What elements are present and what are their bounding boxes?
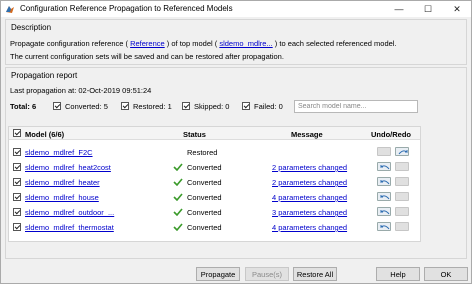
restored-filter-label: Restored: 1 bbox=[133, 102, 172, 111]
description-line1: Propagate configuration reference ( Refe… bbox=[10, 39, 397, 48]
undo-icon[interactable] bbox=[377, 192, 391, 201]
dialog-window: Configuration Reference Propagation to R… bbox=[0, 0, 472, 284]
top-model-link[interactable]: sldemo_mdlre... bbox=[219, 39, 272, 48]
undo-icon[interactable] bbox=[377, 177, 391, 186]
converted-check-icon bbox=[173, 208, 183, 216]
model-link[interactable]: sldemo_mdlref_thermostat bbox=[25, 223, 114, 232]
model-link[interactable]: sldemo_mdlref_house bbox=[25, 193, 99, 202]
help-button[interactable]: Help bbox=[376, 267, 420, 281]
models-table: Model (6/6) Status Message Undo/Redo sld… bbox=[8, 126, 421, 242]
undo-icon[interactable] bbox=[377, 162, 391, 171]
minimize-button[interactable]: — bbox=[385, 1, 413, 17]
description-line2: The current configuration sets will be s… bbox=[10, 52, 284, 61]
undo-icon[interactable] bbox=[377, 222, 391, 231]
status-text: Converted bbox=[187, 163, 222, 172]
status-text: Converted bbox=[187, 223, 222, 232]
table-row[interactable]: sldemo_mdlref_thermostat Converted 4 par… bbox=[9, 219, 420, 234]
status-text: Converted bbox=[187, 208, 222, 217]
message-link[interactable]: 4 parameters changed bbox=[272, 193, 347, 202]
model-column-header: Model (6/6) bbox=[25, 130, 65, 139]
failed-filter-label: Failed: 0 bbox=[254, 102, 283, 111]
converted-check-icon bbox=[173, 193, 183, 201]
failed-filter-checkbox[interactable] bbox=[242, 102, 250, 110]
description-line1-post: ) to each selected referenced model. bbox=[274, 39, 397, 48]
message-column-header: Message bbox=[291, 130, 323, 139]
pause-button: Pause(s) bbox=[245, 267, 289, 281]
redo-icon bbox=[395, 222, 409, 231]
redo-icon[interactable] bbox=[395, 147, 409, 156]
table-row[interactable]: sldemo_mdlref_heat2cost Converted 2 para… bbox=[9, 159, 420, 174]
report-title: Propagation report bbox=[11, 71, 78, 80]
model-link[interactable]: sldemo_mdlref_outdoor_... bbox=[25, 208, 114, 217]
model-link[interactable]: sldemo_mdlref_heat2cost bbox=[25, 163, 111, 172]
table-row[interactable]: sldemo_mdlref_outdoor_... Converted 3 pa… bbox=[9, 204, 420, 219]
description-group: Description Propagate configuration refe… bbox=[5, 19, 467, 65]
status-text: Converted bbox=[187, 193, 222, 202]
table-row[interactable]: sldemo_mdlref_F2C Restored bbox=[9, 144, 420, 159]
message-link[interactable]: 2 parameters changed bbox=[272, 178, 347, 187]
maximize-button[interactable]: ☐ bbox=[414, 1, 442, 17]
message-link[interactable]: 2 parameters changed bbox=[272, 163, 347, 172]
table-header: Model (6/6) Status Message Undo/Redo bbox=[9, 127, 420, 140]
converted-filter-checkbox[interactable] bbox=[53, 102, 61, 110]
undo-redo-column-header: Undo/Redo bbox=[371, 130, 411, 139]
redo-icon bbox=[395, 177, 409, 186]
model-link[interactable]: sldemo_mdlref_F2C bbox=[25, 148, 93, 157]
restore-all-button[interactable]: Restore All bbox=[293, 267, 337, 281]
row-checkbox[interactable] bbox=[13, 148, 21, 156]
status-column-header: Status bbox=[183, 130, 206, 139]
status-text: Converted bbox=[187, 178, 222, 187]
skipped-filter-label: Skipped: 0 bbox=[194, 102, 230, 111]
select-all-checkbox[interactable] bbox=[13, 129, 21, 137]
propagate-button[interactable]: Propagate bbox=[196, 267, 240, 281]
converted-check-icon bbox=[173, 163, 183, 171]
row-checkbox[interactable] bbox=[13, 163, 21, 171]
undo-icon[interactable] bbox=[377, 207, 391, 216]
table-row[interactable]: sldemo_mdlref_house Converted 4 paramete… bbox=[9, 189, 420, 204]
redo-icon bbox=[395, 162, 409, 171]
redo-icon bbox=[395, 192, 409, 201]
message-link[interactable]: 3 parameters changed bbox=[272, 208, 347, 217]
table-row[interactable]: sldemo_mdlref_heater Converted 2 paramet… bbox=[9, 174, 420, 189]
description-line1-pre: Propagate configuration reference ( bbox=[10, 39, 128, 48]
skipped-filter-checkbox[interactable] bbox=[182, 102, 190, 110]
reference-link[interactable]: Reference bbox=[130, 39, 165, 48]
row-checkbox[interactable] bbox=[13, 193, 21, 201]
converted-filter-label: Converted: 5 bbox=[65, 102, 108, 111]
matlab-app-icon bbox=[6, 6, 14, 13]
title-bar: Configuration Reference Propagation to R… bbox=[1, 1, 471, 17]
close-button[interactable]: ✕ bbox=[443, 1, 471, 17]
description-line1-mid: ) of top model ( bbox=[166, 39, 218, 48]
converted-check-icon bbox=[173, 223, 183, 231]
total-count: Total: 6 bbox=[10, 102, 37, 111]
restored-filter-checkbox[interactable] bbox=[121, 102, 129, 110]
search-model-input[interactable] bbox=[294, 100, 418, 113]
ok-button[interactable]: OK bbox=[424, 267, 468, 281]
window-title: Configuration Reference Propagation to R… bbox=[20, 4, 233, 13]
row-checkbox[interactable] bbox=[13, 208, 21, 216]
description-title: Description bbox=[11, 23, 52, 32]
last-propagation-text: Last propagation at: 02-Oct-2019 09:51:2… bbox=[10, 86, 152, 95]
model-link[interactable]: sldemo_mdlref_heater bbox=[25, 178, 100, 187]
row-checkbox[interactable] bbox=[13, 223, 21, 231]
redo-icon bbox=[395, 207, 409, 216]
row-checkbox[interactable] bbox=[13, 178, 21, 186]
undo-icon bbox=[377, 147, 391, 156]
message-link[interactable]: 4 parameters changed bbox=[272, 223, 347, 232]
converted-check-icon bbox=[173, 178, 183, 186]
status-text: Restored bbox=[187, 148, 218, 157]
